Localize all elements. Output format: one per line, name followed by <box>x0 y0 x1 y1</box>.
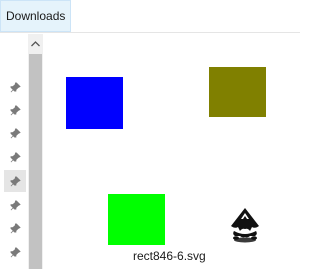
scroll-up-button[interactable] <box>28 34 43 54</box>
navigation-pane <box>0 34 43 269</box>
inkscape-icon <box>231 208 259 243</box>
blue-rectangle-image <box>66 77 123 129</box>
pin-icon[interactable] <box>4 194 26 216</box>
olive-rectangle-image <box>209 67 266 117</box>
olive-rectangle-thumbnail[interactable] <box>209 67 266 117</box>
pin-icon[interactable] <box>4 146 26 168</box>
file-name-label: rect846-6.svg <box>133 249 206 263</box>
inkscape-file[interactable]: rect846-6.svg <box>133 204 283 268</box>
quick-access-pins <box>0 34 28 269</box>
file-view: rect846-6.svg <box>43 34 300 269</box>
nav-scrollbar[interactable] <box>28 34 43 269</box>
pin-icon[interactable] <box>4 76 26 98</box>
blue-rectangle-thumbnail[interactable] <box>66 77 123 129</box>
breadcrumb-label: Downloads <box>6 9 66 23</box>
pin-icon[interactable] <box>4 99 26 121</box>
breadcrumb-downloads[interactable]: Downloads <box>0 0 72 32</box>
pin-icon[interactable] <box>4 170 26 192</box>
chevron-up-icon <box>31 41 40 47</box>
pin-icon[interactable] <box>4 217 26 239</box>
address-bar[interactable]: Downloads <box>0 0 300 33</box>
pin-icon[interactable] <box>4 241 26 263</box>
scroll-thumb[interactable] <box>29 54 42 269</box>
pin-icon[interactable] <box>4 122 26 144</box>
